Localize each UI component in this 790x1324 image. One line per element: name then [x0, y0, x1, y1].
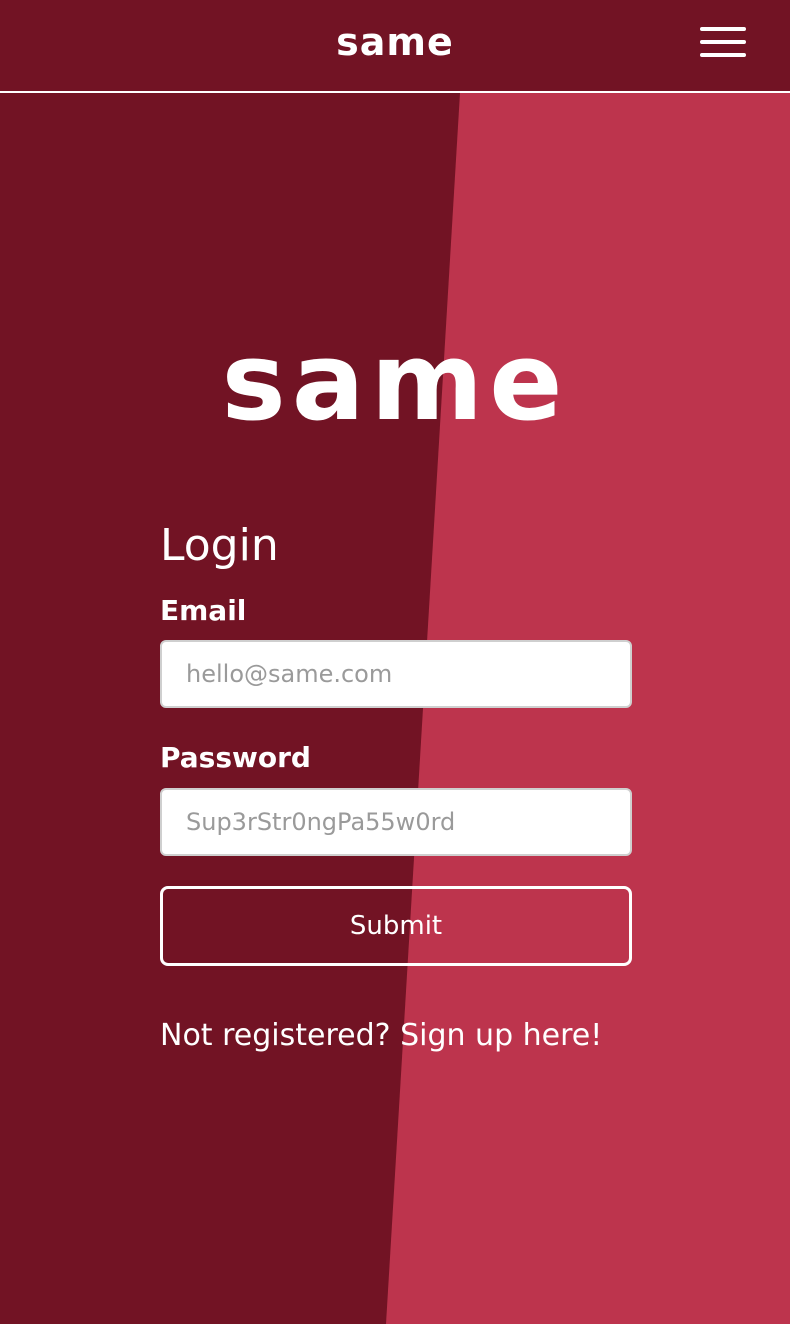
email-field[interactable] — [160, 640, 632, 708]
top-navbar: same — [0, 0, 790, 93]
menu-line — [700, 53, 746, 57]
page: same same Login Email Password Submit No… — [0, 0, 790, 1324]
password-field[interactable] — [160, 788, 632, 856]
signup-link[interactable]: Not registered? Sign up here! — [160, 1016, 602, 1056]
hamburger-menu-icon[interactable] — [700, 26, 746, 58]
navbar-logo[interactable]: same — [0, 20, 790, 64]
submit-button[interactable]: Submit — [160, 886, 632, 966]
email-label: Email — [160, 594, 247, 627]
password-label: Password — [160, 741, 311, 774]
hero-logo: same — [221, 320, 569, 445]
menu-line — [700, 40, 746, 44]
menu-line — [700, 27, 746, 31]
login-title: Login — [160, 520, 279, 571]
